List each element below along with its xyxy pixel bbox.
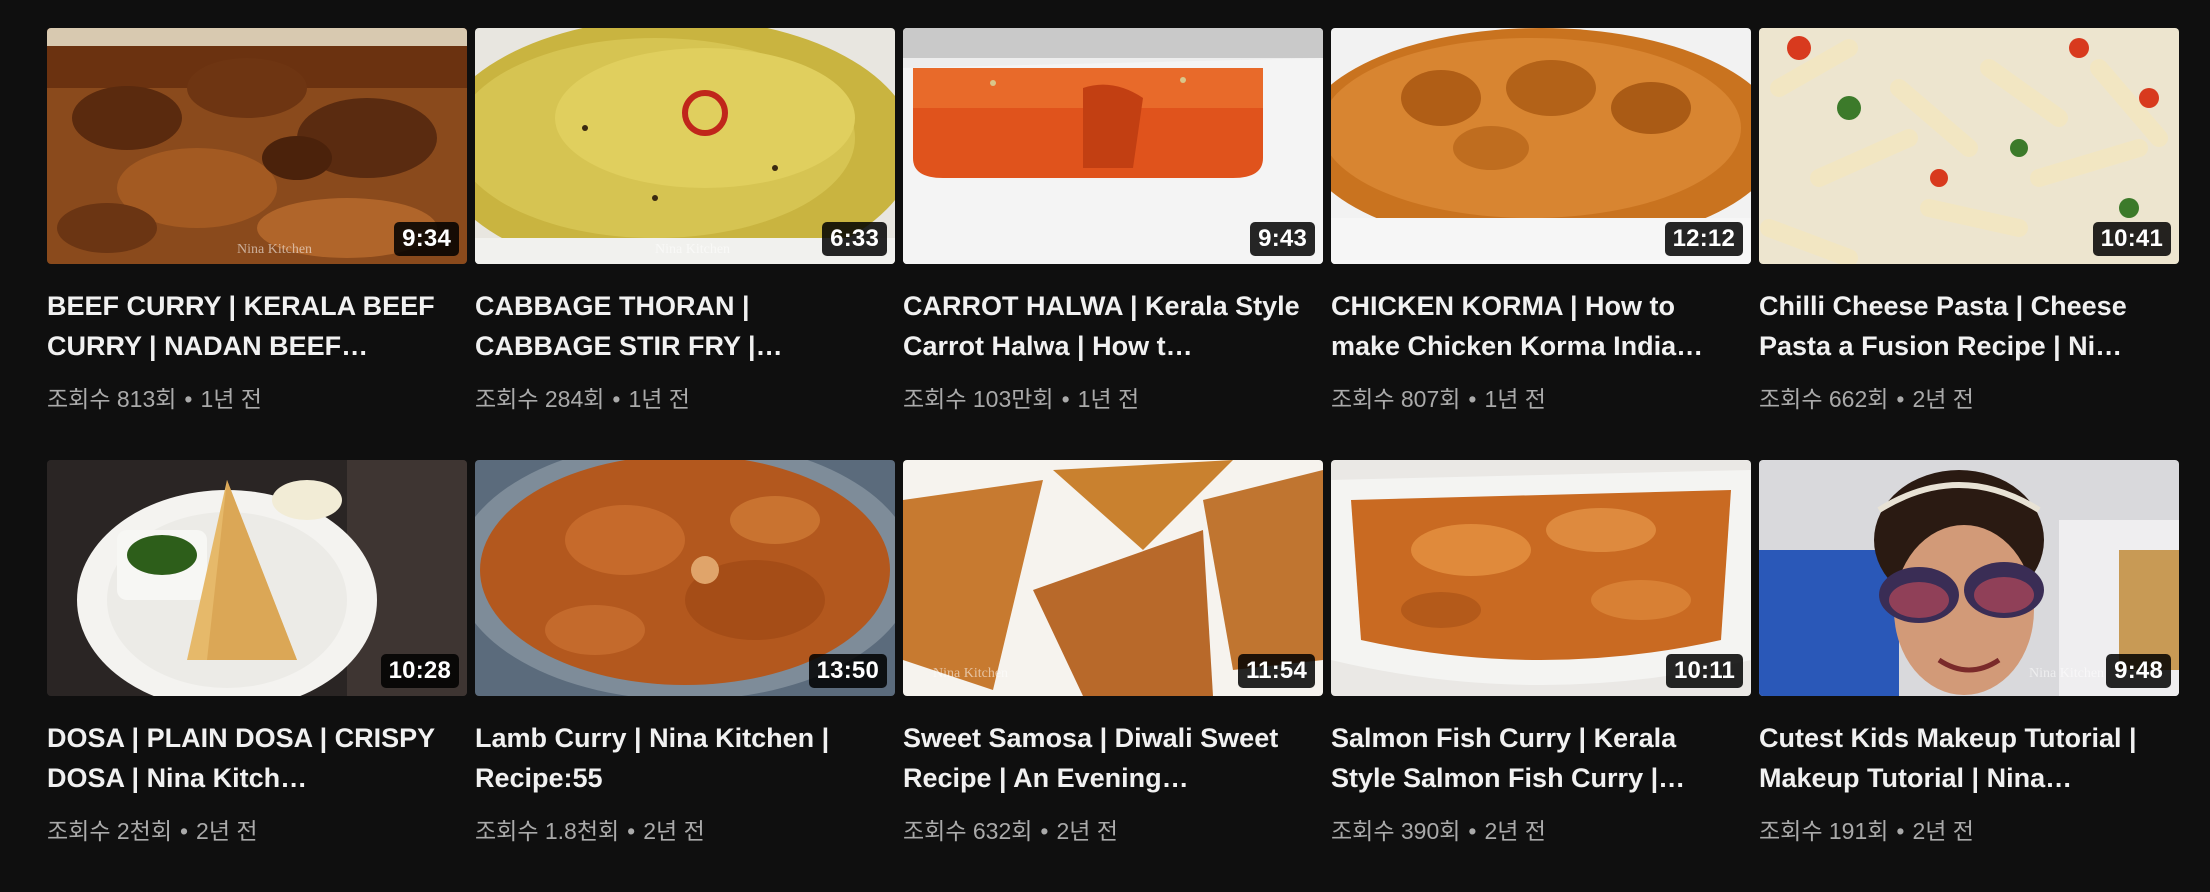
upload-age: 2년 전 [1912,818,1974,844]
separator: • [179,818,189,844]
watermark-text: Nina Kitchen [655,242,731,257]
view-count: 조회수 2천회 [47,818,172,844]
duration-badge: 12:12 [1664,222,1743,256]
video-thumbnail[interactable]: 10:11 [1331,460,1751,696]
video-thumbnail[interactable]: Nina Kitchen 11:54 [903,460,1323,696]
video-thumbnail[interactable]: 12:12 [1331,28,1751,264]
video-stats: 조회수 2천회 • 2년 전 [47,812,467,846]
video-title[interactable]: CABBAGE THORAN | CABBAGE STIR FRY |… [475,286,875,366]
video-card[interactable]: 10:11 Salmon Fish Curry | Kerala Style S… [1331,460,1751,892]
view-count: 조회수 807회 [1331,386,1461,412]
video-stats: 조회수 103만회 • 1년 전 [903,380,1323,414]
video-stats: 조회수 191회 • 2년 전 [1759,812,2179,846]
upload-age: 2년 전 [1484,818,1546,844]
separator: • [184,386,193,412]
separator: • [1468,386,1477,412]
upload-age: 2년 전 [643,818,705,844]
video-meta: BEEF CURRY | KERALA BEEF CURRY | NADAN B… [47,264,467,414]
upload-age: 1년 전 [1077,386,1140,412]
video-title[interactable]: Salmon Fish Curry | Kerala Style Salmon … [1331,718,1731,798]
view-count: 조회수 813회 [47,386,177,412]
video-stats: 조회수 632회 • 2년 전 [903,812,1323,846]
video-thumbnail[interactable]: Nina Kitchen 9:48 [1759,460,2179,696]
upload-age: 2년 전 [196,818,258,844]
video-title[interactable]: BEEF CURRY | KERALA BEEF CURRY | NADAN B… [47,286,447,366]
watermark-text: Nina Kitchen [933,666,1009,681]
video-grid: Nina Kitchen 9:34 BEEF CURRY | KERALA BE… [47,28,2179,892]
video-card[interactable]: 12:12 CHICKEN KORMA | How to make Chicke… [1331,28,1751,460]
video-meta: Cutest Kids Makeup Tutorial | Makeup Tut… [1759,696,2179,846]
video-meta: DOSA | PLAIN DOSA | CRISPY DOSA | Nina K… [47,696,467,846]
duration-badge: 9:48 [2106,654,2171,688]
video-thumbnail[interactable]: Nina Kitchen 6:33 [475,28,895,264]
duration-badge: 10:11 [1665,654,1743,688]
view-count: 조회수 284회 [475,386,605,412]
video-meta: CHICKEN KORMA | How to make Chicken Korm… [1331,264,1751,414]
duration-badge: 10:28 [380,654,459,688]
view-count: 조회수 191회 [1759,818,1889,844]
duration-badge: 9:34 [394,222,459,256]
video-card[interactable]: 9:43 CARROT HALWA | Kerala Style Carrot … [903,28,1323,460]
video-meta: Chilli Cheese Pasta | Cheese Pasta a Fus… [1759,264,2179,414]
separator: • [1896,818,1905,844]
video-title[interactable]: Sweet Samosa | Diwali Sweet Recipe | An … [903,718,1303,798]
video-meta: Salmon Fish Curry | Kerala Style Salmon … [1331,696,1751,846]
separator: • [627,818,636,844]
video-title[interactable]: Chilli Cheese Pasta | Cheese Pasta a Fus… [1759,286,2159,366]
video-card[interactable]: 13:50 Lamb Curry | Nina Kitchen | Recipe… [475,460,895,892]
video-stats: 조회수 390회 • 2년 전 [1331,812,1751,846]
video-meta: CABBAGE THORAN | CABBAGE STIR FRY |… 조회수… [475,264,895,414]
view-count: 조회수 662회 [1759,386,1889,412]
video-thumbnail[interactable]: 9:43 [903,28,1323,264]
video-meta: Sweet Samosa | Diwali Sweet Recipe | An … [903,696,1323,846]
video-stats: 조회수 807회 • 1년 전 [1331,380,1751,414]
video-stats: 조회수 284회 • 1년 전 [475,380,895,414]
upload-age: 1년 전 [628,386,690,412]
video-stats: 조회수 1.8천회 • 2년 전 [475,812,895,846]
duration-badge: 10:41 [2092,222,2171,256]
video-title[interactable]: DOSA | PLAIN DOSA | CRISPY DOSA | Nina K… [47,718,447,798]
view-count: 조회수 1.8천회 [475,818,620,844]
upload-age: 1년 전 [200,386,262,412]
separator: • [1896,386,1905,412]
duration-badge: 9:43 [1250,222,1315,256]
view-count: 조회수 390회 [1331,818,1461,844]
video-card[interactable]: 10:28 DOSA | PLAIN DOSA | CRISPY DOSA | … [47,460,467,892]
video-title[interactable]: Lamb Curry | Nina Kitchen | Recipe:55 [475,718,875,798]
video-card[interactable]: 10:41 Chilli Cheese Pasta | Cheese Pasta… [1759,28,2179,460]
video-card[interactable]: Nina Kitchen 9:48 Cutest Kids Makeup Tut… [1759,460,2179,892]
video-thumbnail[interactable]: 13:50 [475,460,895,696]
duration-badge: 11:54 [1237,654,1315,688]
watermark-text: Nina Kitchen [237,242,313,257]
separator: • [1040,818,1049,844]
view-count: 조회수 632회 [903,818,1033,844]
upload-age: 2년 전 [1912,386,1974,412]
upload-age: 2년 전 [1056,818,1118,844]
separator: • [1061,386,1070,412]
video-meta: Lamb Curry | Nina Kitchen | Recipe:55 조회… [475,696,895,846]
duration-badge: 13:50 [808,654,887,688]
video-title[interactable]: CARROT HALWA | Kerala Style Carrot Halwa… [903,286,1303,366]
video-title[interactable]: Cutest Kids Makeup Tutorial | Makeup Tut… [1759,718,2159,798]
video-thumbnail[interactable]: 10:28 [47,460,467,696]
video-card[interactable]: Nina Kitchen 11:54 Sweet Samosa | Diwali… [903,460,1323,892]
video-title[interactable]: CHICKEN KORMA | How to make Chicken Korm… [1331,286,1731,366]
video-meta: CARROT HALWA | Kerala Style Carrot Halwa… [903,264,1323,414]
separator: • [1468,818,1477,844]
watermark-text: Nina Kitchen [2029,666,2105,681]
video-thumbnail[interactable]: Nina Kitchen 9:34 [47,28,467,264]
video-stats: 조회수 662회 • 2년 전 [1759,380,2179,414]
video-thumbnail[interactable]: 10:41 [1759,28,2179,264]
video-stats: 조회수 813회 • 1년 전 [47,380,467,414]
video-card[interactable]: Nina Kitchen 6:33 CABBAGE THORAN | CABBA… [475,28,895,460]
duration-badge: 6:33 [822,222,887,256]
separator: • [612,386,621,412]
video-card[interactable]: Nina Kitchen 9:34 BEEF CURRY | KERALA BE… [47,28,467,460]
view-count: 조회수 103만회 [903,386,1054,412]
upload-age: 1년 전 [1484,386,1546,412]
